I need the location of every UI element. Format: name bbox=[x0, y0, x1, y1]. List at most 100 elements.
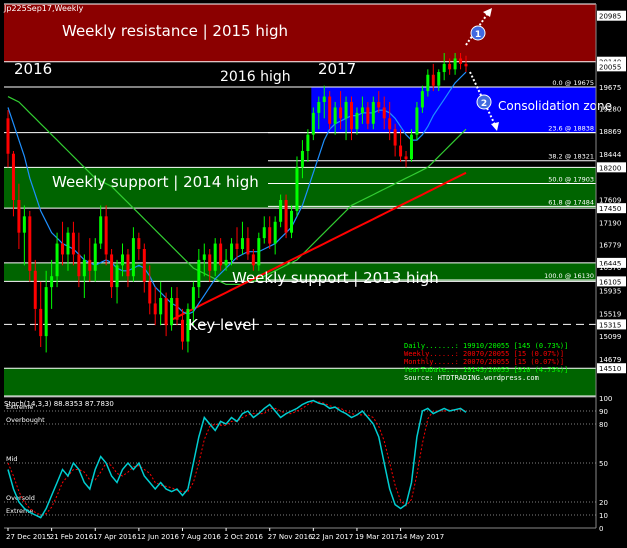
time-tick-label: 22 Jan 2017 bbox=[311, 533, 353, 541]
candle-down bbox=[366, 107, 370, 124]
chart-canvas: Weekly resistance | 2015 high 2016 2016 … bbox=[0, 0, 627, 544]
candle-down bbox=[6, 118, 10, 154]
price-tick-label: 16779 bbox=[599, 242, 621, 250]
stoch-axis-label: 50 bbox=[599, 460, 608, 468]
candle-up bbox=[257, 238, 261, 266]
candle-down bbox=[219, 243, 223, 266]
price-tick-label: 15099 bbox=[599, 333, 621, 341]
fib-label: 23.6 @ 18838 bbox=[548, 125, 594, 133]
time-tick-label: 17 Apr 2016 bbox=[93, 533, 137, 541]
candle-up bbox=[55, 243, 59, 277]
stoch-axis-label: 20 bbox=[599, 499, 608, 507]
candle-up bbox=[311, 112, 315, 135]
candle-up bbox=[93, 243, 97, 271]
candle-up bbox=[426, 74, 430, 92]
candle-up bbox=[262, 227, 266, 239]
candle-down bbox=[328, 96, 332, 124]
candle-up bbox=[273, 221, 277, 244]
candle-up bbox=[115, 265, 119, 288]
time-tick-label: 12 Jun 2016 bbox=[137, 533, 180, 541]
price-tick-label: 20985 bbox=[599, 13, 621, 21]
stoch-axis-label: 80 bbox=[599, 421, 608, 429]
candle-up bbox=[442, 63, 446, 73]
candle-down bbox=[251, 254, 255, 266]
candle-up bbox=[170, 298, 174, 326]
price-tick-label: 15519 bbox=[599, 310, 621, 318]
price-tick-label: 20055 bbox=[599, 63, 621, 71]
price-tick-label: 17190 bbox=[599, 219, 621, 227]
support-2014-label: Weekly support | 2014 high bbox=[52, 173, 259, 191]
candle-up bbox=[360, 107, 364, 113]
candle-up bbox=[306, 134, 310, 151]
resistance-label: Weekly resistance | 2015 high bbox=[62, 22, 288, 40]
stoch-axis-label: 100 bbox=[599, 395, 612, 403]
stoch-level-label: Overbought bbox=[6, 416, 45, 424]
year-2017-label: 2017 bbox=[318, 60, 356, 78]
fib-label: 0.0 @ 19675 bbox=[552, 79, 594, 87]
candle-up bbox=[437, 72, 441, 86]
candle-down bbox=[399, 145, 403, 157]
candle-down bbox=[153, 303, 157, 315]
candle-down bbox=[404, 156, 408, 160]
candle-up bbox=[344, 102, 348, 119]
price-tick-label: 19280 bbox=[599, 106, 621, 114]
candle-down bbox=[126, 254, 130, 277]
candle-down bbox=[246, 238, 250, 255]
stoch-level-label: Extreme bbox=[6, 507, 33, 515]
chart-title: Jp225Sep17,Weekly bbox=[3, 4, 84, 13]
candle-down bbox=[448, 63, 452, 70]
candle-down bbox=[28, 216, 32, 271]
candle-up bbox=[290, 210, 294, 233]
candle-down bbox=[180, 319, 184, 342]
candle-up bbox=[240, 238, 244, 249]
time-tick-label: 21 Feb 2016 bbox=[50, 533, 94, 541]
year-2016-label: 2016 bbox=[14, 60, 52, 78]
candle-up bbox=[131, 238, 135, 277]
candle-down bbox=[284, 200, 288, 233]
candle-up bbox=[82, 259, 86, 277]
candle-down bbox=[142, 249, 146, 282]
candle-up bbox=[453, 58, 457, 70]
candle-up bbox=[317, 102, 321, 113]
stoch-level-label: Mid bbox=[6, 455, 18, 463]
candle-down bbox=[71, 232, 75, 255]
candle-up bbox=[230, 243, 234, 260]
price-tick-label: 14510 bbox=[599, 365, 621, 373]
candle-down bbox=[77, 254, 81, 277]
candle-down bbox=[208, 254, 212, 271]
candle-up bbox=[213, 243, 217, 271]
candle-up bbox=[66, 232, 70, 255]
candle-down bbox=[110, 254, 114, 288]
candle-down bbox=[61, 243, 65, 255]
info-row: Monthly.....: 20070/20055 [15 (0.07%)] bbox=[404, 358, 564, 366]
stoch-axis-label: 10 bbox=[599, 512, 608, 520]
candle-down bbox=[39, 308, 43, 337]
price-tick-label: 18200 bbox=[599, 164, 621, 172]
candle-down bbox=[33, 270, 37, 309]
candle-down bbox=[104, 216, 108, 255]
candle-down bbox=[148, 281, 152, 304]
candle-down bbox=[393, 129, 397, 146]
candle-up bbox=[409, 134, 413, 160]
candle-up bbox=[44, 287, 48, 337]
candle-down bbox=[268, 227, 272, 244]
candle-up bbox=[202, 254, 206, 260]
info-row: Daily.......: 19910/20055 [145 (0.73%)] bbox=[404, 342, 568, 350]
candle-up bbox=[322, 96, 326, 102]
candle-up bbox=[197, 259, 201, 288]
candle-up bbox=[420, 91, 424, 108]
candle-down bbox=[431, 74, 435, 86]
candle-down bbox=[339, 107, 343, 119]
candle-down bbox=[235, 243, 239, 249]
chart-window: Weekly resistance | 2015 high 2016 2016 … bbox=[0, 0, 627, 544]
price-tick-label: 18869 bbox=[599, 128, 621, 136]
time-tick-label: 2 Oct 2016 bbox=[224, 533, 263, 541]
support-2013-label: Weekly support | 2013 high bbox=[232, 269, 439, 287]
candle-down bbox=[464, 63, 468, 67]
candle-down bbox=[137, 238, 141, 249]
candle-down bbox=[11, 153, 15, 200]
info-row: Weekly......: 20070/20055 [15 (0.07%)] bbox=[404, 350, 564, 358]
candle-down bbox=[164, 298, 168, 326]
time-tick-label: 27 Nov 2016 bbox=[268, 533, 313, 541]
price-tick-label: 19675 bbox=[599, 84, 621, 92]
